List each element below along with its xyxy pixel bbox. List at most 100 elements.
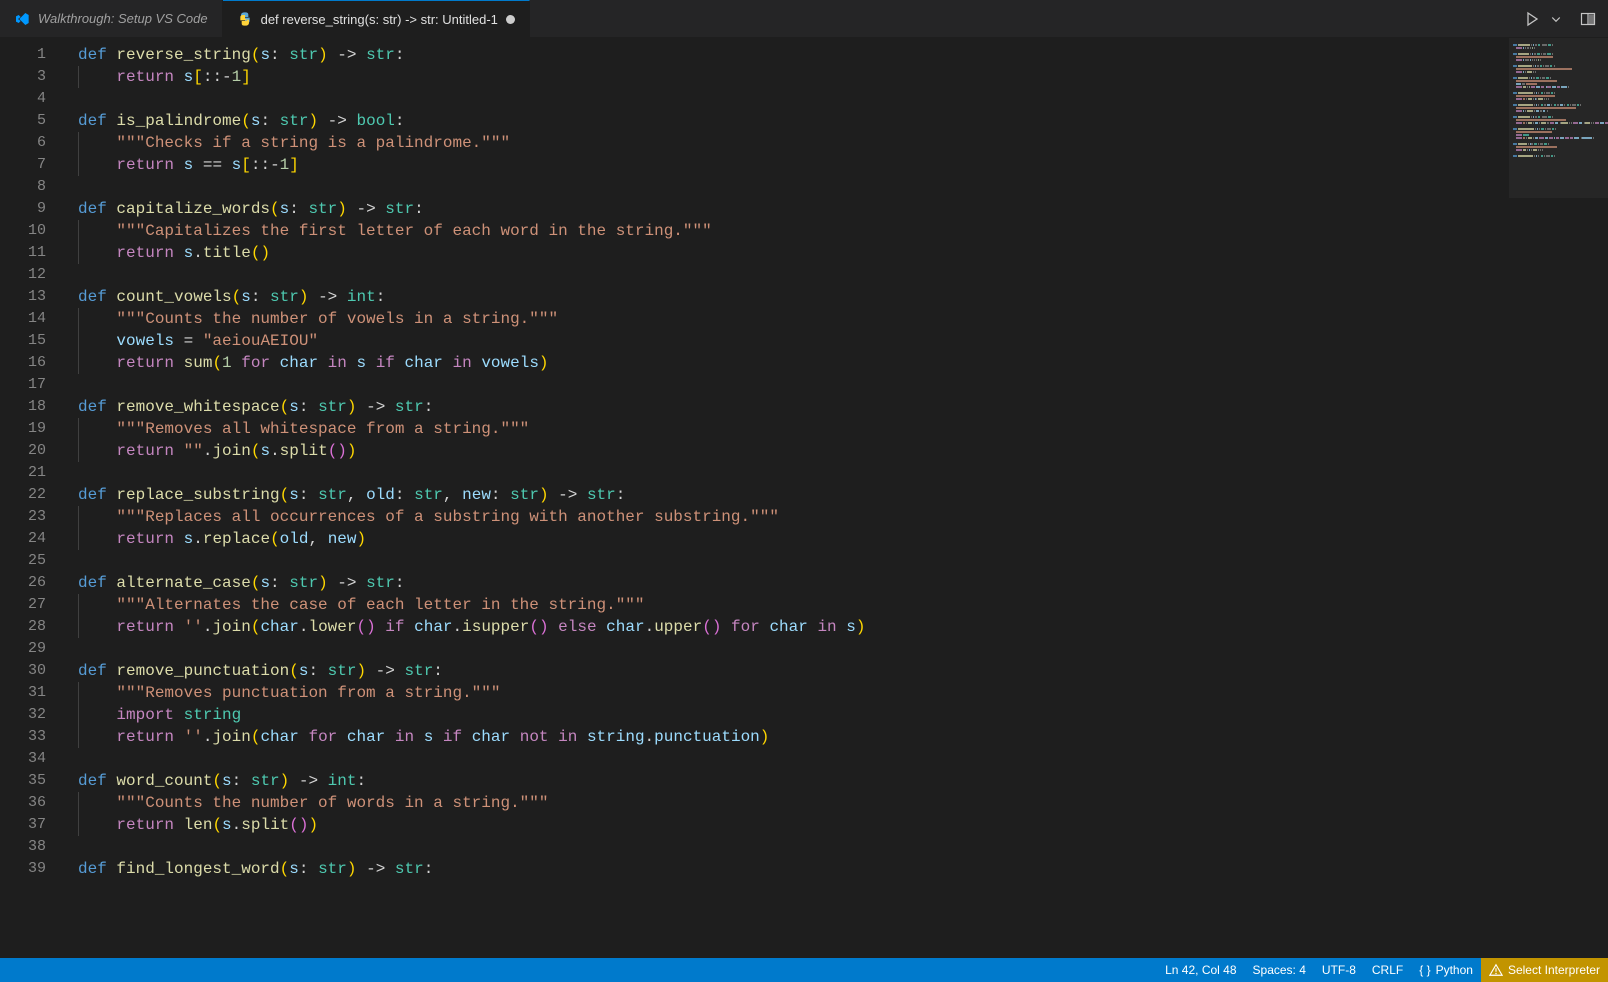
line-number: 16 — [0, 352, 46, 374]
line-number: 6 — [0, 132, 46, 154]
line-number: 37 — [0, 814, 46, 836]
line-number: 12 — [0, 264, 46, 286]
line-number: 18 — [0, 396, 46, 418]
line-number: 34 — [0, 748, 46, 770]
code-line[interactable] — [78, 88, 1508, 110]
run-icon[interactable] — [1524, 11, 1540, 27]
code-line[interactable]: return sum(1 for char in s if char in vo… — [78, 352, 1508, 374]
minimap[interactable] — [1508, 38, 1608, 958]
code-line[interactable]: def count_vowels(s: str) -> int: — [78, 286, 1508, 308]
code-line[interactable]: def replace_substring(s: str, old: str, … — [78, 484, 1508, 506]
code-line[interactable]: """Capitalizes the first letter of each … — [78, 220, 1508, 242]
code-area[interactable]: def reverse_string(s: str) -> str: retur… — [64, 38, 1508, 958]
line-number: 38 — [0, 836, 46, 858]
line-number: 22 — [0, 484, 46, 506]
chevron-down-icon[interactable] — [1550, 13, 1562, 25]
code-line[interactable]: def reverse_string(s: str) -> str: — [78, 44, 1508, 66]
line-number: 5 — [0, 110, 46, 132]
line-number-gutter: 1345678910111213141516171819202122232425… — [0, 38, 64, 958]
code-line[interactable]: import string — [78, 704, 1508, 726]
line-number: 29 — [0, 638, 46, 660]
code-line[interactable]: def capitalize_words(s: str) -> str: — [78, 198, 1508, 220]
warning-icon — [1489, 963, 1503, 977]
line-number: 33 — [0, 726, 46, 748]
code-line[interactable]: def find_longest_word(s: str) -> str: — [78, 858, 1508, 880]
line-number: 36 — [0, 792, 46, 814]
code-line[interactable]: return ''.join(char.lower() if char.isup… — [78, 616, 1508, 638]
line-number: 9 — [0, 198, 46, 220]
code-line[interactable] — [78, 264, 1508, 286]
code-line[interactable]: """Counts the number of vowels in a stri… — [78, 308, 1508, 330]
line-number: 15 — [0, 330, 46, 352]
code-line[interactable]: def word_count(s: str) -> int: — [78, 770, 1508, 792]
code-line[interactable]: def alternate_case(s: str) -> str: — [78, 572, 1508, 594]
code-line[interactable]: """Checks if a string is a palindrome.""… — [78, 132, 1508, 154]
line-number: 11 — [0, 242, 46, 264]
split-editor-icon[interactable] — [1580, 11, 1596, 27]
line-number: 23 — [0, 506, 46, 528]
code-line[interactable]: def remove_punctuation(s: str) -> str: — [78, 660, 1508, 682]
code-line[interactable]: """Replaces all occurrences of a substri… — [78, 506, 1508, 528]
code-line[interactable]: return s == s[::-1] — [78, 154, 1508, 176]
code-line[interactable]: """Removes all whitespace from a string.… — [78, 418, 1508, 440]
code-line[interactable]: """Removes punctuation from a string.""" — [78, 682, 1508, 704]
tab-untitled-1[interactable]: def reverse_string(s: str) -> str: Untit… — [223, 0, 530, 37]
line-number: 10 — [0, 220, 46, 242]
line-number: 31 — [0, 682, 46, 704]
code-line[interactable] — [78, 176, 1508, 198]
line-number: 39 — [0, 858, 46, 880]
dirty-indicator-icon — [506, 15, 515, 24]
line-number: 14 — [0, 308, 46, 330]
status-language[interactable]: { } Python — [1411, 958, 1481, 982]
code-line[interactable]: """Alternates the case of each letter in… — [78, 594, 1508, 616]
python-icon — [237, 11, 253, 27]
line-number: 4 — [0, 88, 46, 110]
code-line[interactable] — [78, 748, 1508, 770]
tab-label: Walkthrough: Setup VS Code — [38, 11, 208, 26]
status-encoding[interactable]: UTF-8 — [1314, 958, 1364, 982]
code-line[interactable]: return s[::-1] — [78, 66, 1508, 88]
line-number: 20 — [0, 440, 46, 462]
line-number: 26 — [0, 572, 46, 594]
line-number: 8 — [0, 176, 46, 198]
line-number: 7 — [0, 154, 46, 176]
status-bar: Ln 42, Col 48 Spaces: 4 UTF-8 CRLF { } P… — [0, 958, 1608, 982]
code-line[interactable]: return ''.join(char for char in s if cha… — [78, 726, 1508, 748]
code-line[interactable] — [78, 462, 1508, 484]
code-line[interactable]: """Counts the number of words in a strin… — [78, 792, 1508, 814]
braces-icon: { } — [1419, 963, 1430, 977]
line-number: 21 — [0, 462, 46, 484]
line-number: 3 — [0, 66, 46, 88]
code-line[interactable] — [78, 374, 1508, 396]
code-line[interactable]: return s.replace(old, new) — [78, 528, 1508, 550]
line-number: 19 — [0, 418, 46, 440]
code-line[interactable]: def remove_whitespace(s: str) -> str: — [78, 396, 1508, 418]
code-line[interactable]: return s.title() — [78, 242, 1508, 264]
status-eol[interactable]: CRLF — [1364, 958, 1411, 982]
line-number: 17 — [0, 374, 46, 396]
code-line[interactable]: vowels = "aeiouAEIOU" — [78, 330, 1508, 352]
code-line[interactable]: def is_palindrome(s: str) -> bool: — [78, 110, 1508, 132]
code-line[interactable]: return len(s.split()) — [78, 814, 1508, 836]
status-indentation[interactable]: Spaces: 4 — [1245, 958, 1314, 982]
line-number: 27 — [0, 594, 46, 616]
tab-walkthrough[interactable]: Walkthrough: Setup VS Code — [0, 0, 223, 37]
code-line[interactable] — [78, 550, 1508, 572]
status-cursor-position[interactable]: Ln 42, Col 48 — [1157, 958, 1244, 982]
minimap-viewport[interactable] — [1509, 38, 1608, 198]
status-select-interpreter[interactable]: Select Interpreter — [1481, 958, 1608, 982]
code-line[interactable] — [78, 638, 1508, 660]
vscode-icon — [14, 11, 30, 27]
line-number: 25 — [0, 550, 46, 572]
tab-actions — [1512, 0, 1608, 37]
code-line[interactable] — [78, 836, 1508, 858]
tab-label: def reverse_string(s: str) -> str: Untit… — [261, 12, 498, 27]
line-number: 1 — [0, 44, 46, 66]
line-number: 28 — [0, 616, 46, 638]
tabs-bar: Walkthrough: Setup VS Code def reverse_s… — [0, 0, 1608, 38]
line-number: 13 — [0, 286, 46, 308]
line-number: 35 — [0, 770, 46, 792]
line-number: 30 — [0, 660, 46, 682]
code-line[interactable]: return "".join(s.split()) — [78, 440, 1508, 462]
editor[interactable]: 1345678910111213141516171819202122232425… — [0, 38, 1608, 958]
